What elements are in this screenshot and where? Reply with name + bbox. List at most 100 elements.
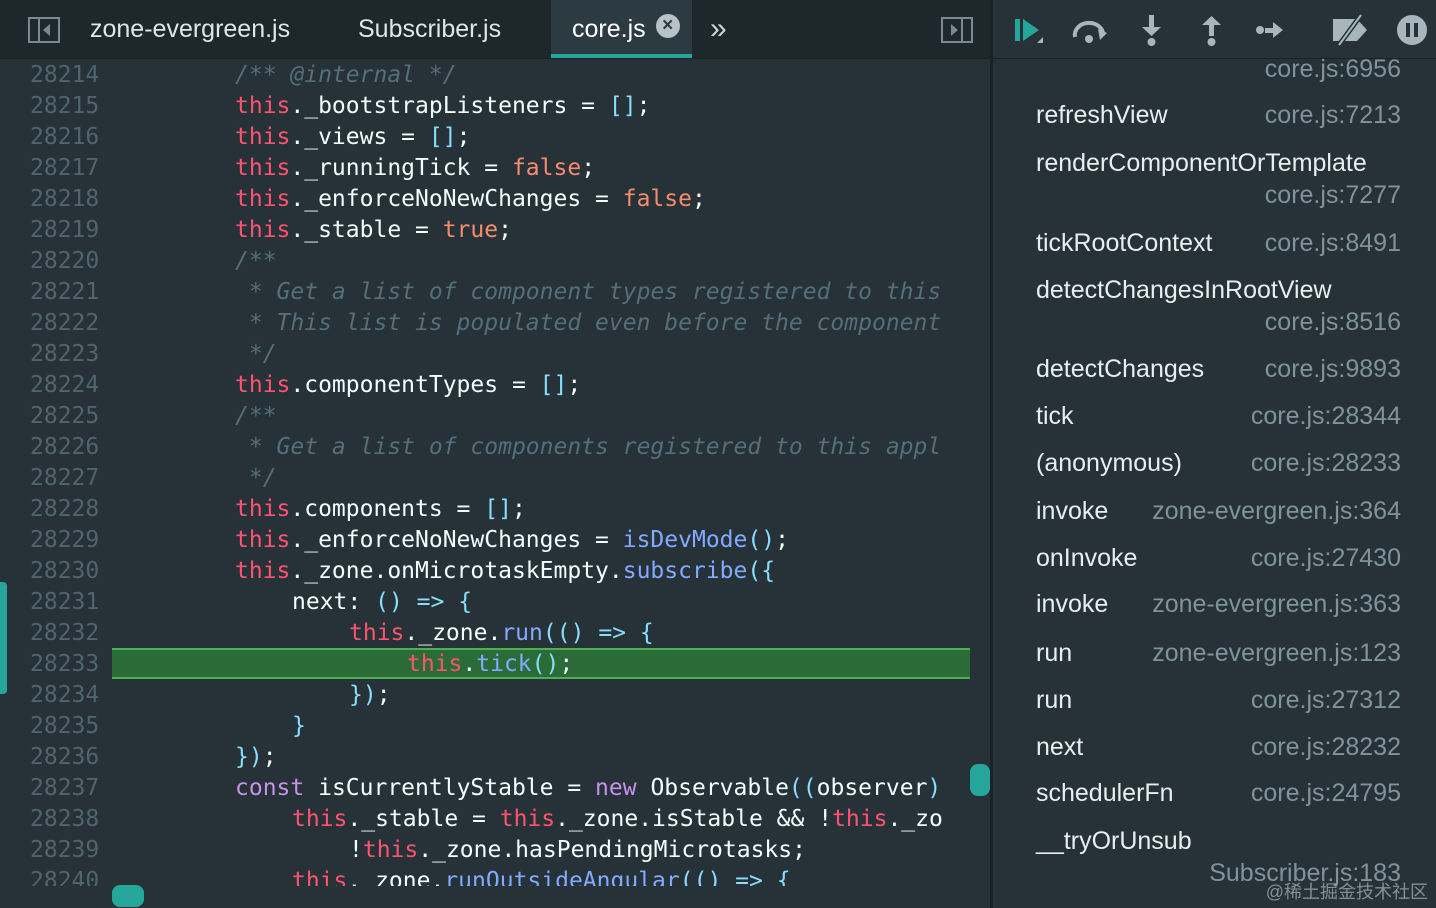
code-line: this._zone.run(() => { <box>349 620 654 646</box>
frame-function: __tryOrUnsub <box>1036 827 1192 855</box>
code-line: this.tick(); <box>407 651 574 677</box>
frame-location: zone-evergreen.js:123 <box>1152 639 1401 667</box>
line-number[interactable]: 28216 <box>30 122 99 153</box>
frame-location: core.js:24795 <box>1250 779 1401 807</box>
debugger-toolbar <box>993 0 1436 59</box>
line-number[interactable]: 28227 <box>30 463 99 494</box>
frame-function: (anonymous) <box>1036 449 1182 477</box>
code-line: next: () => { <box>292 589 473 615</box>
code-line: this._views = []; <box>235 124 471 150</box>
debugger-pane: core.js:6956 refreshView core.js:7213 re… <box>993 0 1436 908</box>
code-line: this._enforceNoNewChanges = false; <box>235 186 706 212</box>
resume-icon[interactable] <box>1011 13 1045 47</box>
code-line: /** <box>235 403 277 429</box>
chevron-double-right-icon[interactable]: » <box>710 12 727 46</box>
frame-function: run <box>1036 686 1073 714</box>
frame-function: detectChanges <box>1036 355 1205 383</box>
code-line: this.components = []; <box>235 496 526 522</box>
line-number[interactable]: 28218 <box>30 184 99 215</box>
code-line: }); <box>349 682 391 708</box>
frame-function: tickRootContext <box>1036 229 1213 257</box>
frame-function: next <box>1036 733 1084 761</box>
frame-location: core.js:28233 <box>1250 449 1401 477</box>
frame-function: invoke <box>1036 590 1109 618</box>
frame-location: core.js:28344 <box>1250 402 1401 430</box>
line-number[interactable]: 28228 <box>30 494 99 525</box>
horizontal-scrollbar-thumb[interactable] <box>112 885 144 907</box>
tab-core[interactable]: core.js × <box>551 0 692 58</box>
line-number[interactable]: 28230 <box>30 556 99 587</box>
line-number[interactable]: 28229 <box>30 525 99 556</box>
line-number[interactable]: 28217 <box>30 153 99 184</box>
step-into-icon[interactable] <box>1134 13 1168 47</box>
code-line: this._enforceNoNewChanges = isDevMode(); <box>235 527 789 553</box>
code-area[interactable]: /** @internal */ this._bootstrapListener… <box>112 60 970 886</box>
code-line: /** <box>235 248 277 274</box>
code-line: * Get a list of components registered to… <box>235 434 942 460</box>
tab-bar: zone-evergreen.js Subscriber.js core.js ×… <box>0 0 992 59</box>
frame-function: tick <box>1036 402 1074 430</box>
tab-subscriber[interactable]: Subscriber.js <box>358 0 501 58</box>
frame-location: core.js:9893 <box>1264 355 1401 383</box>
frame-location: zone-evergreen.js:364 <box>1152 497 1401 525</box>
scrollbar-thumb[interactable] <box>970 764 990 796</box>
frame-location: core.js:28232 <box>1250 733 1401 761</box>
line-number[interactable]: 28240 <box>30 866 99 886</box>
frame-function: renderComponentOrTemplate <box>1036 149 1367 177</box>
line-number[interactable]: 28221 <box>30 277 99 308</box>
line-number[interactable]: 28215 <box>30 91 99 122</box>
code-line: /** @internal */ <box>235 62 457 88</box>
line-number[interactable]: 28220 <box>30 246 99 277</box>
code-line: * Get a list of component types register… <box>235 279 942 305</box>
line-number[interactable]: 28224 <box>30 370 99 401</box>
line-number[interactable]: 28225 <box>30 401 99 432</box>
code-line: this._stable = true; <box>235 217 512 243</box>
code-line: this._zone.runOutsideAngular(() => { <box>292 868 791 886</box>
step-out-icon[interactable] <box>1194 13 1228 47</box>
line-number[interactable]: 28219 <box>30 215 99 246</box>
line-number[interactable]: 28232 <box>30 618 99 649</box>
scroll-marker <box>0 582 7 694</box>
tab-label: Subscriber.js <box>358 15 502 43</box>
line-number[interactable]: 28237 <box>30 773 99 804</box>
line-number[interactable]: 28235 <box>30 711 99 742</box>
code-line: this._runningTick = false; <box>235 155 596 181</box>
code-line: !this._zone.hasPendingMicrotasks; <box>349 837 806 863</box>
line-number[interactable]: 28233 <box>30 649 99 680</box>
code-line: * This list is populated even before the… <box>235 310 942 336</box>
code-line: */ <box>235 341 277 367</box>
line-number[interactable]: 28223 <box>30 339 99 370</box>
line-number[interactable]: 28234 <box>30 680 99 711</box>
editor-pane: zone-evergreen.js Subscriber.js core.js ×… <box>0 0 992 908</box>
close-icon[interactable]: × <box>655 14 680 38</box>
line-number[interactable]: 28214 <box>30 60 99 91</box>
tab-label: core.js <box>572 15 646 43</box>
frame-location: core.js:8491 <box>1264 229 1401 257</box>
frame-function: refreshView <box>1036 101 1168 129</box>
line-number[interactable]: 28238 <box>30 804 99 835</box>
frame-function: schedulerFn <box>1036 779 1174 807</box>
step-over-icon[interactable] <box>1071 13 1107 47</box>
sidebar-right-icon[interactable] <box>941 17 973 43</box>
line-number[interactable]: 28239 <box>30 835 99 866</box>
tab-label: zone-evergreen.js <box>90 15 291 43</box>
code-line: */ <box>235 465 277 491</box>
line-number-gutter[interactable]: 28214 28215 28216 28217 28218 28219 2822… <box>0 60 110 886</box>
frame-function: run <box>1036 639 1073 667</box>
code-line: } <box>292 713 306 739</box>
line-number[interactable]: 28226 <box>30 432 99 463</box>
frame-location: core.js:8516 <box>1264 308 1401 336</box>
step-icon[interactable] <box>1253 13 1287 47</box>
code-line: this._zone.onMicrotaskEmpty.subscribe({ <box>235 558 776 584</box>
pause-icon[interactable] <box>1395 13 1429 47</box>
frame-function: invoke <box>1036 497 1109 525</box>
sidebar-left-icon[interactable] <box>28 17 60 43</box>
line-number[interactable]: 28222 <box>30 308 99 339</box>
line-number[interactable]: 28231 <box>30 587 99 618</box>
line-number[interactable]: 28236 <box>30 742 99 773</box>
tab-zone-evergreen[interactable]: zone-evergreen.js <box>90 0 290 58</box>
frame-location: core.js:6956 <box>1264 55 1401 83</box>
deactivate-breakpoints-icon[interactable] <box>1329 13 1371 47</box>
frame-location: core.js:7213 <box>1264 101 1401 129</box>
frame-location: core.js:27430 <box>1250 544 1401 572</box>
